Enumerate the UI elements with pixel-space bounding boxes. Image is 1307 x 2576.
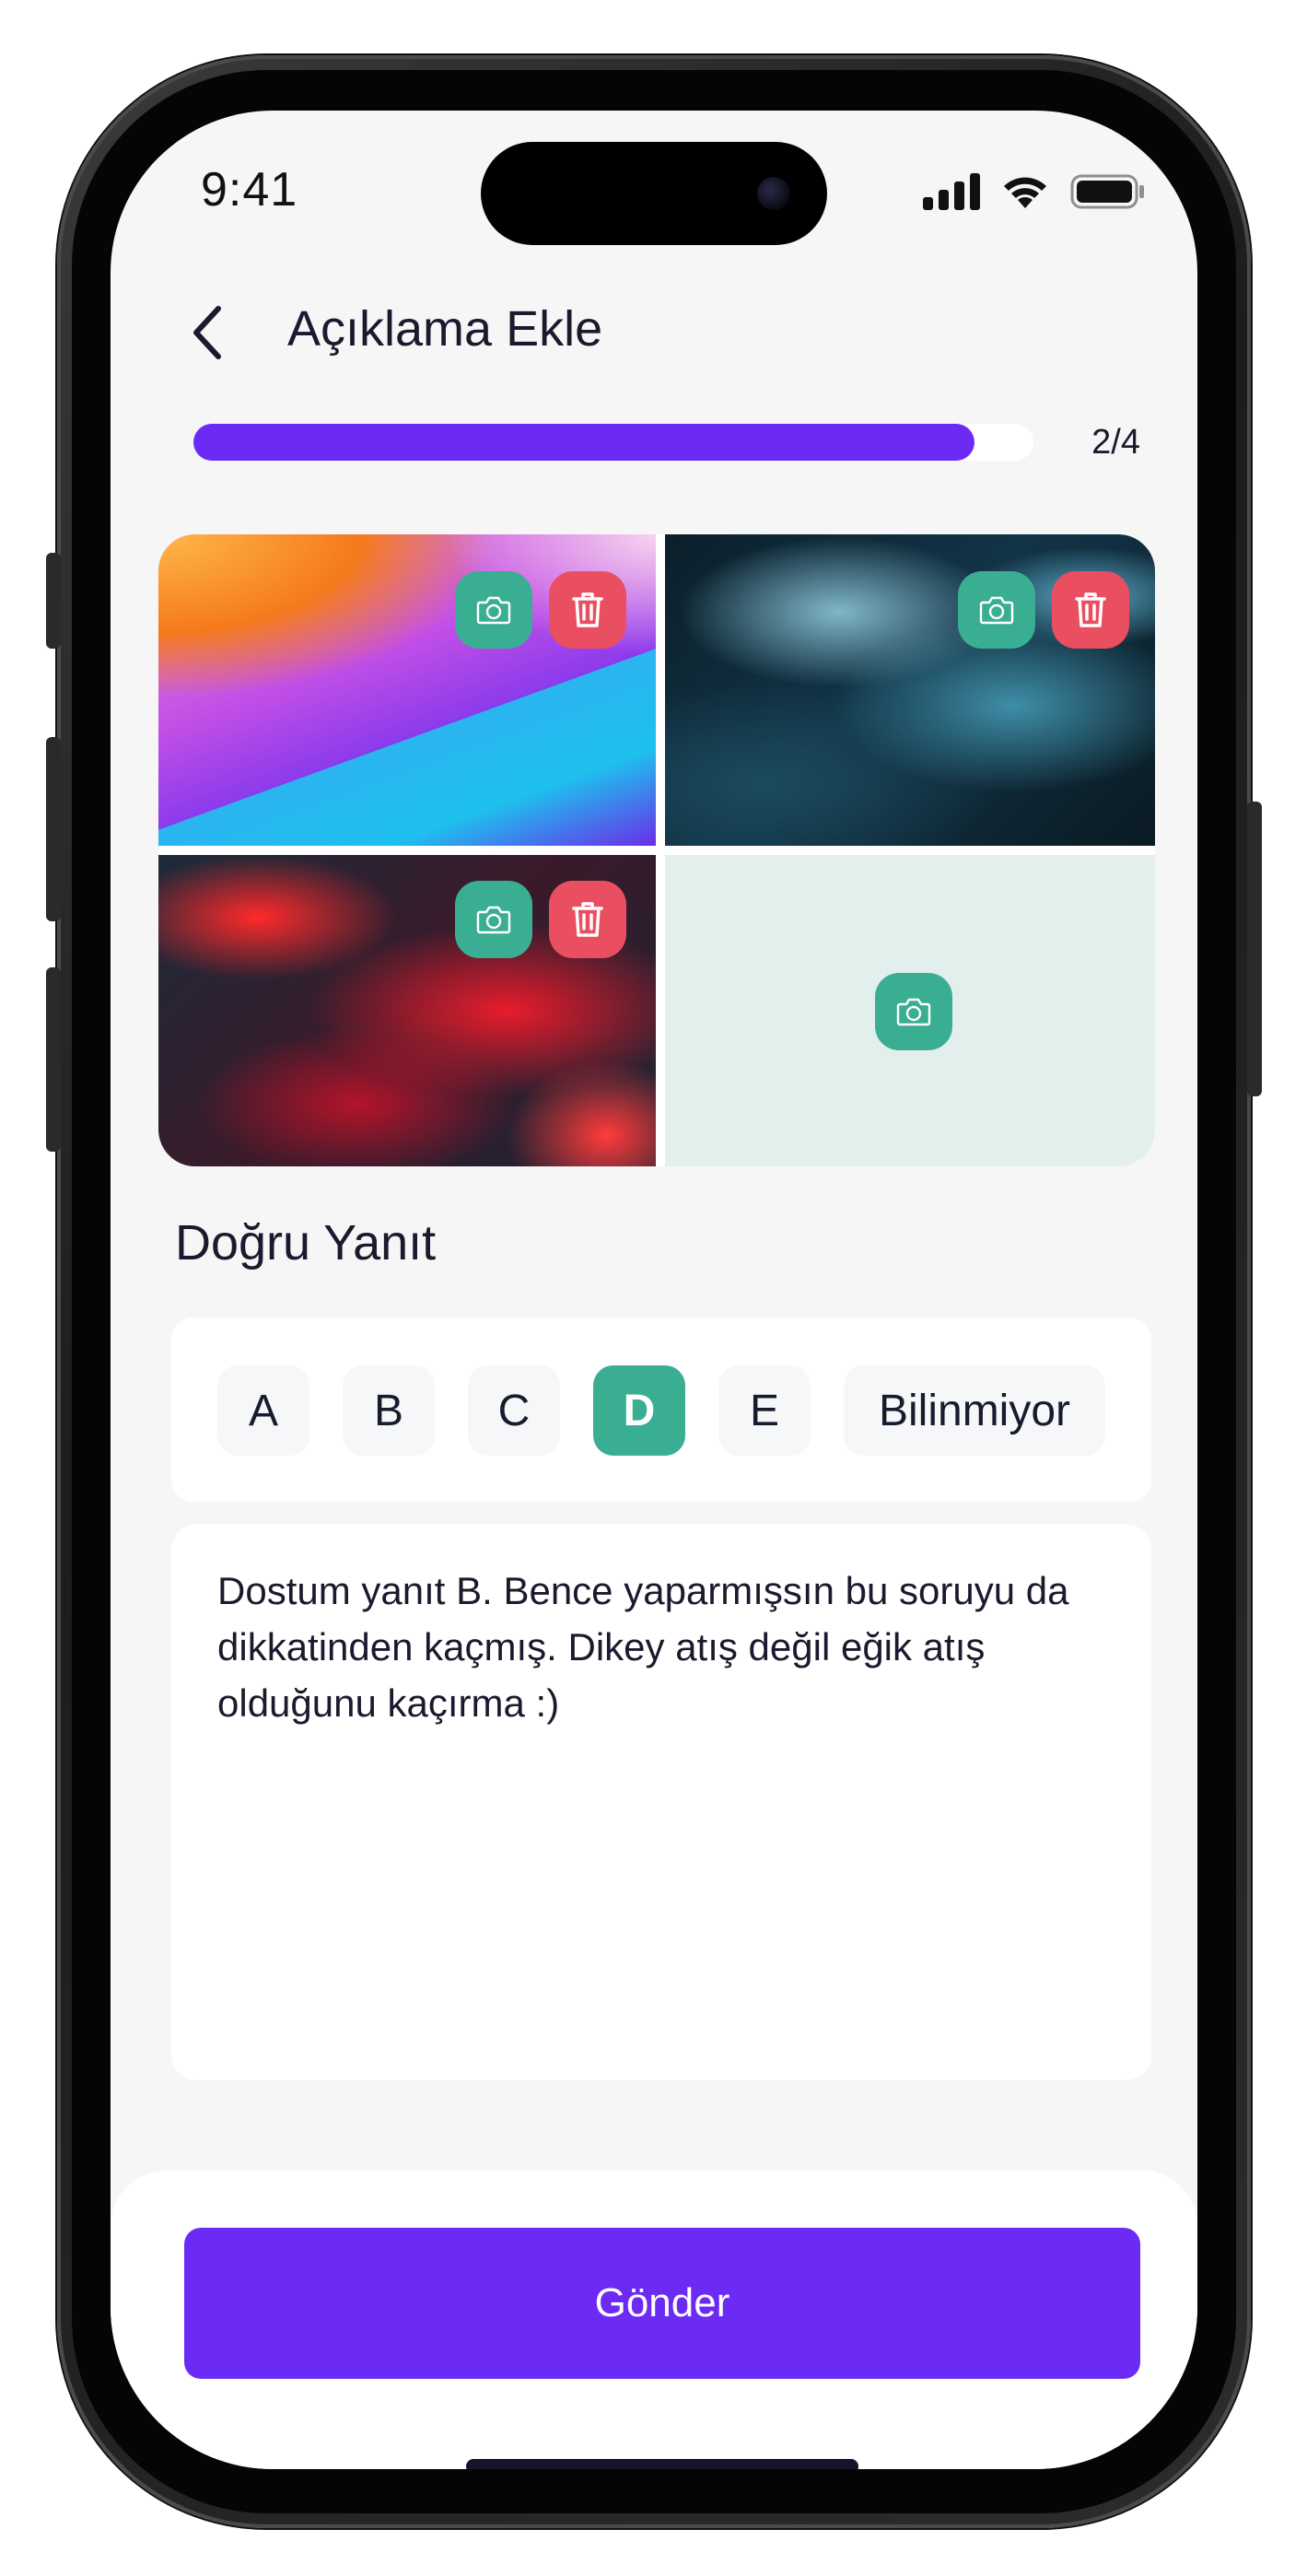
- change-photo-1-button[interactable]: [455, 571, 532, 649]
- progress-label: 2/4: [1091, 423, 1140, 462]
- progress-bar: [193, 424, 1033, 461]
- photo-2[interactable]: [665, 534, 1155, 846]
- photo-3[interactable]: [158, 855, 656, 1166]
- answer-options: A B C D E Bilinmiyor: [171, 1317, 1151, 1502]
- delete-photo-2-button[interactable]: [1052, 571, 1129, 649]
- change-photo-2-button[interactable]: [958, 571, 1035, 649]
- add-photo-button[interactable]: [875, 973, 952, 1050]
- front-camera: [757, 177, 790, 210]
- option-d[interactable]: D: [593, 1365, 685, 1456]
- section-title-correct-answer: Doğru Yanıt: [175, 1215, 437, 1270]
- footer: Gönder: [111, 2171, 1197, 2469]
- photo-4-empty-slot[interactable]: [665, 855, 1155, 1166]
- progress-bar-fill: [193, 424, 975, 461]
- option-a[interactable]: A: [217, 1365, 309, 1456]
- trash-icon: [1075, 592, 1106, 627]
- option-b[interactable]: B: [343, 1365, 435, 1456]
- signal-icon: [923, 173, 980, 210]
- battery-icon: [1070, 174, 1144, 209]
- dynamic-island: [481, 142, 827, 245]
- action-button: [46, 553, 61, 649]
- back-button[interactable]: [175, 291, 239, 374]
- send-button[interactable]: Gönder: [184, 2228, 1140, 2379]
- home-indicator[interactable]: [466, 2459, 858, 2469]
- camera-icon: [476, 906, 511, 934]
- change-photo-3-button[interactable]: [455, 881, 532, 958]
- camera-icon: [896, 998, 931, 1026]
- screen: 9:41 Açıklama Ekle 2/4 Doğru Yanıt A B C…: [111, 111, 1197, 2469]
- comment-textarea[interactable]: Dostum yanıt B. Bence yaparmışsın bu sor…: [171, 1524, 1151, 2080]
- volume-down-button: [46, 967, 61, 1152]
- option-unknown[interactable]: Bilinmiyor: [844, 1365, 1105, 1456]
- camera-icon: [979, 596, 1014, 625]
- photo-grid: [158, 534, 1155, 1166]
- power-button: [1247, 802, 1262, 1096]
- status-time: 9:41: [201, 163, 298, 217]
- delete-photo-3-button[interactable]: [549, 881, 626, 958]
- option-c[interactable]: C: [468, 1365, 560, 1456]
- photo-1[interactable]: [158, 534, 656, 846]
- option-e[interactable]: E: [718, 1365, 811, 1456]
- status-icons: [923, 173, 1146, 210]
- camera-icon: [476, 596, 511, 625]
- page-title: Açıklama Ekle: [287, 301, 603, 357]
- wifi-icon: [1004, 177, 1046, 208]
- comment-text: Dostum yanıt B. Bence yaparmışsın bu sor…: [217, 1569, 1069, 1725]
- trash-icon: [572, 592, 603, 627]
- volume-up-button: [46, 737, 61, 921]
- back-chevron-icon: [193, 306, 221, 359]
- trash-icon: [572, 902, 603, 937]
- delete-photo-1-button[interactable]: [549, 571, 626, 649]
